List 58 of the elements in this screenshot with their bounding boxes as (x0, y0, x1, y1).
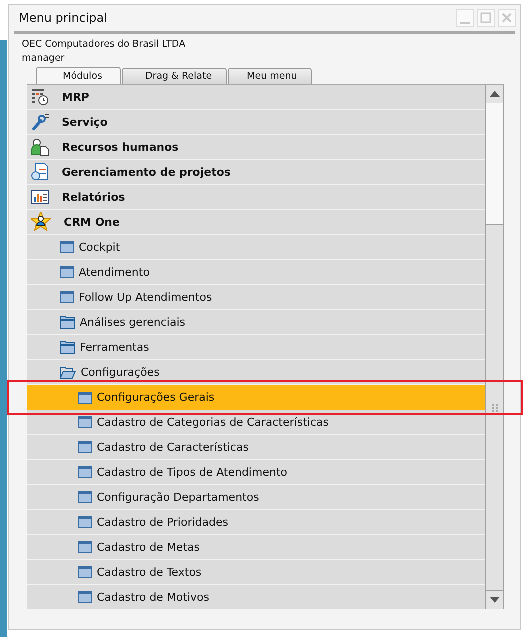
window-icon (78, 441, 92, 453)
window-icon (78, 566, 92, 578)
star-person-icon (31, 212, 51, 232)
window-icon (78, 392, 92, 404)
menu-item[interactable]: Cadastro de Metas (27, 535, 485, 560)
wrench-icon (31, 113, 49, 131)
bar-chart-icon (31, 188, 49, 206)
folder-icon (60, 316, 75, 328)
minimize-button[interactable] (456, 9, 474, 27)
open-folder-icon (60, 366, 76, 378)
menu-item[interactable]: Ferramentas (27, 335, 485, 360)
menu-item[interactable]: Recursos humanos (27, 135, 485, 160)
menu-item[interactable]: Cadastro de Tipos de Atendimento (27, 460, 485, 485)
scrollbar[interactable] (485, 85, 504, 609)
calendar-clock-icon (31, 88, 49, 106)
menu-item[interactable]: Cadastro de Características (27, 435, 485, 460)
menu-item[interactable]: Cadastro de Motivos (27, 585, 485, 610)
menu-item[interactable]: MRP (27, 85, 485, 110)
scroll-up-icon[interactable] (486, 85, 503, 103)
menu-item[interactable]: Análises gerenciais (27, 310, 485, 335)
tab[interactable]: Meu menu (228, 68, 312, 84)
menu-item[interactable]: CRM One (27, 210, 485, 235)
menu-item[interactable]: Configurações (27, 360, 485, 385)
window-icon (60, 241, 74, 253)
menu-item[interactable]: Configuração Departamentos (27, 485, 485, 510)
window-icon (78, 491, 92, 503)
company-name: OEC Computadores do Brasil LTDA (22, 38, 187, 52)
close-icon (501, 12, 513, 24)
window-icon (60, 266, 74, 278)
menu-item[interactable]: Follow Up Atendimentos (27, 285, 485, 310)
scrollbar-thumb[interactable] (486, 224, 503, 591)
menu-item[interactable]: Atendimento (27, 260, 485, 285)
window-icon (78, 516, 92, 528)
maximize-button[interactable] (477, 9, 495, 27)
folder-icon (60, 340, 75, 354)
menu-item[interactable]: Relatórios (27, 185, 485, 210)
window-icon (60, 291, 74, 303)
window-icon (78, 466, 92, 478)
menu-item[interactable]: Gerenciamento de projetos (27, 160, 485, 185)
scroll-down-icon[interactable] (486, 591, 503, 609)
menu-item[interactable]: Cockpit (27, 235, 485, 260)
menu-item[interactable]: Configurações Gerais (27, 385, 485, 410)
menu-item[interactable]: Cadastro de Textos (27, 560, 485, 585)
window-title: Menu principal (19, 11, 108, 25)
tab[interactable]: Módulos (36, 67, 122, 84)
window-icon (78, 591, 92, 603)
window-icon (78, 416, 92, 428)
maximize-icon (480, 12, 492, 24)
close-button[interactable] (498, 9, 516, 27)
menu-item[interactable]: Serviço (27, 110, 485, 135)
user-name: manager (22, 52, 66, 66)
person-document-icon (31, 138, 49, 156)
minimize-icon (460, 22, 470, 24)
menu-item[interactable]: Cadastro de Categorias de Características (27, 410, 485, 435)
menu-item[interactable]: Cadastro de Prioridades (27, 510, 485, 535)
tab[interactable]: Drag & Relate (122, 68, 228, 84)
document-chart-icon (31, 163, 49, 181)
window-icon (78, 541, 92, 553)
